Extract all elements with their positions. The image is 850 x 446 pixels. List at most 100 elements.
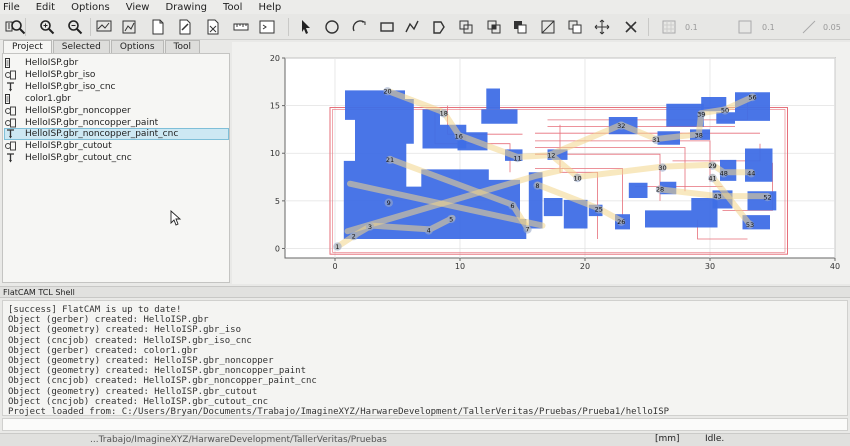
toolbar: 0.1 0.1 0.05 <box>0 14 850 40</box>
measure-icon[interactable] <box>232 18 250 36</box>
node-label: 44 <box>747 170 755 178</box>
grid-y-icon[interactable] <box>736 18 754 36</box>
node-label: 38 <box>695 131 703 139</box>
menu-view[interactable]: View <box>126 2 150 13</box>
node-label: 10 <box>573 174 581 182</box>
menu-drawing[interactable]: Drawing <box>165 2 207 13</box>
snap-max-value[interactable]: 0.05 <box>823 23 841 32</box>
move-shape-icon[interactable] <box>593 18 611 36</box>
copy-shape-icon[interactable] <box>566 18 584 36</box>
menu-file[interactable]: File <box>3 2 20 13</box>
menu-bar: File Edit Options View Drawing Tool Help <box>0 0 850 14</box>
tree-item-label: color1.gbr <box>25 93 71 104</box>
shell-line: Object (geometry) created: HelloISP.gbr_… <box>8 325 241 336</box>
node-label: 43 <box>713 192 721 200</box>
grid-y-value[interactable]: 0.1 <box>762 23 775 32</box>
tree-item-label: HelloISP.gbr_noncopper <box>25 105 131 116</box>
x-tick-label: 10 <box>455 262 465 271</box>
node-label: 16 <box>455 132 463 140</box>
pcb-plot[interactable]: 0 10 20 30 4005101520123 4567891011 1216182021… <box>232 42 850 284</box>
mouse-cursor-icon <box>170 209 182 229</box>
replot-icon[interactable] <box>120 18 138 36</box>
zoom-fit-icon[interactable] <box>9 18 27 36</box>
delete-object-icon[interactable] <box>204 18 222 36</box>
gerber-object-icon <box>5 58 17 68</box>
tree-item[interactable]: HelloISP.gbr_noncopper_paint <box>5 117 158 129</box>
draw-path-icon[interactable] <box>403 18 421 36</box>
cncjob-object-icon <box>5 129 17 139</box>
node-label: 5 <box>449 215 453 223</box>
delete-shape-icon[interactable] <box>622 18 640 36</box>
x-tick-label: 20 <box>580 262 590 271</box>
node-label: 39 <box>697 110 705 118</box>
plot-canvas[interactable]: 0 10 20 30 40 0 5 10 15 20 1 2 3 4 5 6 7 8 9 10 11 12 16 18 20 21… <box>232 42 850 284</box>
tree-item-label: HelloISP.gbr_noncopper_paint_cnc <box>25 129 179 140</box>
shell-line: Object (gerber) created: HelloISP.gbr <box>8 315 209 326</box>
select-tool-icon[interactable] <box>297 18 315 36</box>
draw-arc-icon[interactable] <box>351 18 369 36</box>
shell-line: [success] FlatCAM is up to date! <box>8 305 182 315</box>
shell-line: Object (gerber) created: color1.gbr <box>8 345 198 356</box>
node-label: 50 <box>721 107 729 115</box>
tab-project[interactable]: Project <box>3 40 52 53</box>
grid-snap-icon[interactable] <box>660 18 678 36</box>
node-label: 21 <box>386 156 394 164</box>
draw-circle-icon[interactable] <box>323 18 341 36</box>
menu-edit[interactable]: Edit <box>36 2 55 13</box>
menu-options[interactable]: Options <box>71 2 110 13</box>
node-label: 3 <box>368 223 372 231</box>
zoom-in-icon[interactable] <box>38 18 56 36</box>
tree-item[interactable]: HelloISP.gbr_noncopper_paint_cnc <box>4 128 229 141</box>
tab-selected[interactable]: Selected <box>52 40 110 53</box>
tree-item[interactable]: HelloISP.gbr_noncopper <box>5 105 131 117</box>
grid-x-value[interactable]: 0.1 <box>685 23 698 32</box>
tree-item[interactable]: HelloISP.gbr_cutout <box>5 140 112 152</box>
cncjob-object-icon <box>5 153 17 163</box>
node-label: 53 <box>746 221 754 229</box>
snap-max-icon[interactable] <box>800 18 818 36</box>
intersection-icon[interactable] <box>485 18 503 36</box>
draw-polygon-icon[interactable] <box>430 18 448 36</box>
edit-geometry-icon[interactable] <box>176 18 194 36</box>
subtract-icon[interactable] <box>511 18 529 36</box>
x-tick-label: 30 <box>705 262 715 271</box>
tree-item[interactable]: HelloISP.gbr <box>5 57 78 69</box>
node-label: 20 <box>383 88 391 96</box>
tree-item[interactable]: HelloISP.gbr_cutout_cnc <box>5 152 132 164</box>
node-label: 30 <box>658 164 666 172</box>
node-label: 9 <box>387 199 391 207</box>
tcl-shell-icon[interactable] <box>258 18 276 36</box>
tree-item-label: HelloISP.gbr_noncopper_paint <box>25 117 159 128</box>
tab-options[interactable]: Options <box>110 40 164 53</box>
tree-item[interactable]: HelloISP.gbr_iso_cnc <box>5 81 116 93</box>
node-label: 32 <box>617 122 625 130</box>
status-bar: ...Trabajo/ImagineXYZ/HarwareDevelopment… <box>0 433 850 446</box>
union-icon[interactable] <box>457 18 475 36</box>
shell-input[interactable] <box>2 418 848 431</box>
node-label: 11 <box>513 154 521 162</box>
node-label: 6 <box>510 202 514 210</box>
tab-tool[interactable]: Tool <box>164 40 201 53</box>
menu-help[interactable]: Help <box>258 2 281 13</box>
cncjob-object-icon <box>5 82 17 92</box>
copper-pour <box>486 88 500 110</box>
geometry-object-icon <box>5 118 17 128</box>
y-tick-label: 5 <box>275 197 280 206</box>
project-tree: HelloISP.gbr HelloISP.gbr_iso HelloISP.gbr… <box>2 53 230 283</box>
cut-path-icon[interactable] <box>539 18 557 36</box>
copper-pour <box>543 198 563 217</box>
draw-rectangle-icon[interactable] <box>378 18 396 36</box>
y-tick-label: 0 <box>275 244 280 253</box>
shell-line: Object (cncjob) created: HelloISP.gbr_cu… <box>8 396 269 407</box>
status-state: Idle. <box>705 434 725 444</box>
menu-tool[interactable]: Tool <box>223 2 242 13</box>
new-geometry-icon[interactable] <box>149 18 167 36</box>
y-tick-label: 10 <box>270 149 280 158</box>
node-label: 8 <box>535 182 539 190</box>
node-label: 12 <box>547 151 555 159</box>
y-tick-label: 20 <box>270 54 280 63</box>
tree-item[interactable]: color1.gbr <box>5 93 71 105</box>
zoom-out-icon[interactable] <box>66 18 84 36</box>
clear-plot-icon[interactable] <box>95 18 113 36</box>
tree-item[interactable]: HelloISP.gbr_iso <box>5 69 95 81</box>
